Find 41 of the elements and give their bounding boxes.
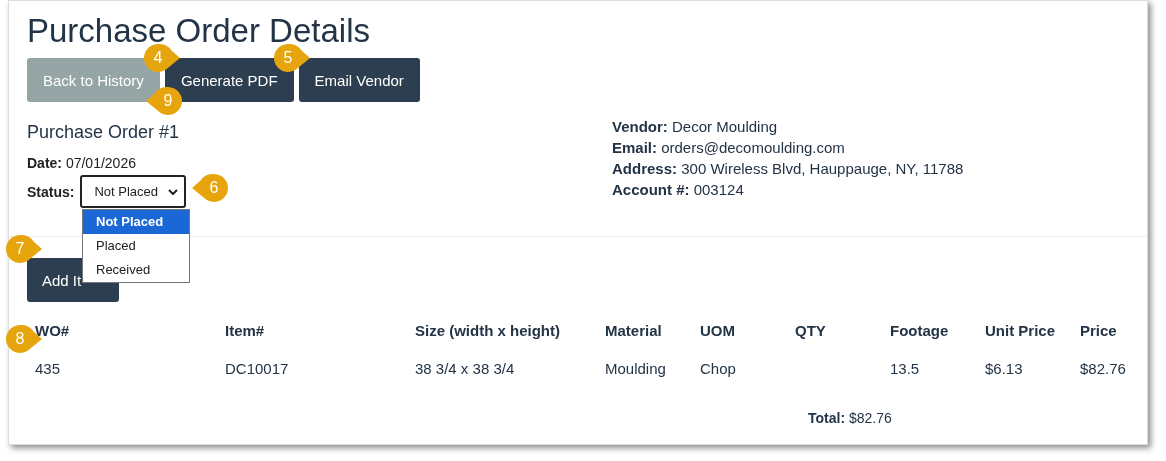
date-value: 07/01/2026	[65, 155, 136, 171]
callout-marker: 7	[4, 233, 44, 265]
vendor-field-value: Decor Moulding	[672, 118, 778, 135]
callout-marker: 5	[272, 42, 312, 74]
vendor-field-value: 003124	[693, 181, 744, 198]
table-cell: 38 3/4 x 38 3/4	[415, 360, 515, 377]
action-button[interactable]: Email Vendor	[298, 58, 420, 102]
column-header: UOM	[700, 322, 736, 341]
table-cell: $6.13	[985, 360, 1023, 377]
callout-marker: 4	[142, 42, 182, 74]
total-label: Total:	[808, 410, 846, 426]
callout-marker: 9	[144, 85, 184, 117]
table-cell: 435	[35, 360, 61, 377]
column-header: Footage	[890, 322, 950, 341]
column-header: Size (width x height)	[415, 322, 561, 341]
status-label: Status:	[27, 183, 75, 200]
order-heading: Purchase Order #1	[27, 122, 181, 143]
vendor-field-value: 300 Wireless Blvd, Hauppauge, NY, 11788	[681, 160, 964, 177]
column-header: WO#	[35, 322, 71, 341]
table-cell: Moulding	[605, 360, 666, 377]
vendor-field-label: Vendor:	[612, 118, 668, 135]
column-header: Unit Price	[985, 322, 1057, 341]
dropdown-option[interactable]: Not Placed	[83, 210, 189, 234]
vendor-field-label: Address:	[612, 160, 678, 177]
table-cell: 13.5	[890, 360, 920, 377]
column-header: Price	[1080, 322, 1118, 341]
dropdown-option[interactable]: Placed	[83, 234, 189, 258]
vendor-field-label: Account #:	[612, 181, 690, 198]
column-header: Item#	[225, 322, 266, 341]
table-cell: Chop	[700, 360, 736, 377]
table-cell: $82.76	[1080, 360, 1126, 377]
status-dropdown[interactable]: Not Placed	[80, 175, 187, 208]
chevron-icon	[168, 188, 179, 195]
callout-marker: 6	[190, 172, 230, 204]
date-label: Date:	[27, 155, 62, 171]
total-value: $82.76	[848, 410, 892, 426]
vendor-field-label: Email:	[612, 139, 657, 156]
vendor-field-value: orders@decomoulding.com	[661, 139, 845, 156]
table-cell: DC10017	[225, 360, 289, 377]
column-header: Material	[605, 322, 663, 341]
column-header: QTY	[795, 322, 827, 341]
